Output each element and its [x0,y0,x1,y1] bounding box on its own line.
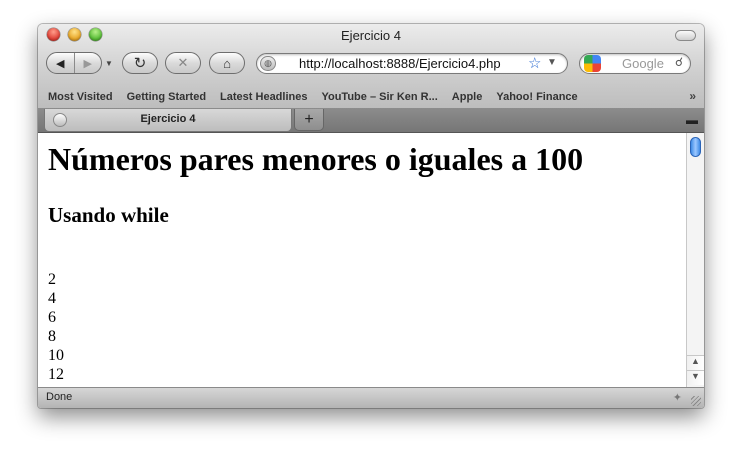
number-item: 2 [48,271,56,288]
vertical-scrollbar[interactable]: ▲ ▼ [686,133,704,387]
search-icon[interactable]: ☌ [675,55,683,69]
new-tab-button[interactable]: + [294,109,324,131]
tab-label: Ejercicio 4 [140,113,196,125]
back-forward-group: ◀ ▶ [46,52,102,74]
tab-ejercicio-4[interactable]: Ejercicio 4 [44,109,292,132]
back-icon[interactable]: ◀ [47,53,75,73]
bookmark-apple[interactable]: Apple [445,91,490,103]
bookmark-star-icon[interactable]: ☆ [528,54,541,72]
number-list: 2 4 6 8 10 12 [48,270,64,384]
history-dropdown-icon[interactable]: ▼ [105,59,113,68]
address-bar[interactable]: ◍ http://localhost:8888/Ejercicio4.php ☆… [256,53,568,74]
search-bar[interactable]: Google ☌ [579,53,691,74]
page-subheading: Usando while [48,203,169,227]
home-icon[interactable]: ⌂ [209,52,245,74]
reload-icon[interactable]: ↻ [122,52,158,74]
bookmark-getting-started[interactable]: Getting Started [120,91,213,103]
resize-grip[interactable] [691,396,701,406]
status-addon-icon: ✦ [672,392,682,404]
browser-window: Ejercicio 4 ◀ ▶ ▼ ↻ ✕ ⌂ ◍ http://localho… [38,24,704,408]
url-dropdown-icon[interactable]: ▼ [547,57,557,68]
status-text: Done [46,391,73,403]
titlebar: Ejercicio 4 [38,24,704,46]
bookmark-yahoo-finance[interactable]: Yahoo! Finance [489,91,584,103]
bookmarks-overflow-icon[interactable]: » [689,89,696,103]
search-input[interactable]: Google [622,56,664,71]
number-item: 8 [48,328,56,345]
bookmark-youtube[interactable]: YouTube – Sir Ken R... [314,91,444,103]
page-content: Números pares menores o iguales a 100 Us… [38,133,686,387]
bookmark-latest-headlines[interactable]: Latest Headlines [213,91,314,103]
search-engine-icon[interactable] [584,55,601,72]
page-heading: Números pares menores o iguales a 100 [48,141,584,177]
number-item: 12 [48,366,64,383]
number-item: 10 [48,347,64,364]
url-text[interactable]: http://localhost:8888/Ejercicio4.php [299,56,501,71]
bookmark-most-visited[interactable]: Most Visited [38,91,120,103]
number-item: 4 [48,290,56,307]
site-identity-icon[interactable]: ◍ [260,56,276,71]
scroll-up-icon[interactable]: ▲ [687,355,704,370]
forward-icon[interactable]: ▶ [75,53,102,73]
number-item: 6 [48,309,56,326]
toolbar-toggle-button[interactable] [675,30,696,41]
status-bar: Done ✦ [38,387,704,408]
scroll-thumb[interactable] [690,137,701,157]
tab-list-icon[interactable]: ▬ [686,113,698,127]
stop-icon[interactable]: ✕ [165,52,201,74]
bookmarks-bar: Most Visited Getting Started Latest Head… [38,86,704,108]
toolbar: Ejercicio 4 ◀ ▶ ▼ ↻ ✕ ⌂ ◍ http://localho… [38,24,704,110]
window-title: Ejercicio 4 [341,28,401,43]
tab-bar: Ejercicio 4 + ▬ [38,108,704,133]
scroll-down-icon[interactable]: ▼ [687,370,704,385]
